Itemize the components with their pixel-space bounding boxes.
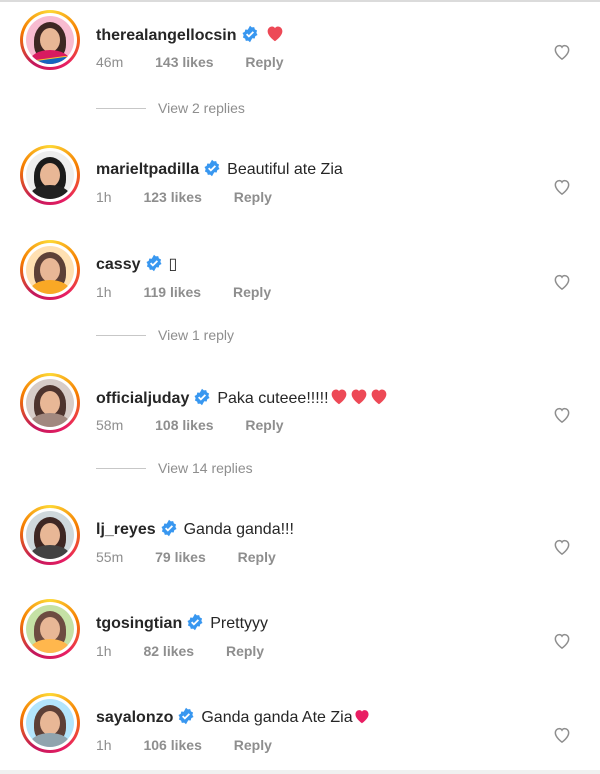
avatar[interactable]	[20, 145, 80, 205]
comment-item: officialjuday Paka cuteee!!!!! 58m 108 li…	[0, 373, 600, 453]
heart-outline-icon[interactable]	[552, 177, 572, 197]
reply-button[interactable]: Reply	[245, 54, 283, 70]
reply-button[interactable]: Reply	[238, 549, 276, 565]
view-replies-label: View 2 replies	[158, 100, 245, 116]
bottom-divider	[0, 770, 600, 774]
view-replies-label: View 1 reply	[158, 327, 235, 343]
view-replies-line	[96, 108, 146, 109]
comment-time: 58m	[96, 417, 124, 433]
comment-meta: 1h 82 likes Reply	[96, 643, 292, 659]
view-replies-button[interactable]: View 2 replies	[96, 99, 396, 119]
comment-text: ▯	[168, 256, 178, 273]
avatar[interactable]	[20, 240, 80, 300]
reply-button[interactable]: Reply	[233, 284, 271, 300]
verified-badge-icon	[161, 519, 177, 537]
comment-meta: 1h 119 likes Reply	[96, 284, 299, 300]
reply-button[interactable]: Reply	[234, 189, 272, 205]
comment-item: lj_reyes Ganda ganda!!! 55m 79 likes Repl…	[0, 505, 600, 585]
verified-badge-icon	[242, 25, 257, 43]
view-replies-button[interactable]: View 1 reply	[96, 326, 396, 346]
comment-username[interactable]: cassy	[96, 256, 141, 273]
reply-button[interactable]: Reply	[234, 737, 272, 753]
comment-likes[interactable]: 108 likes	[155, 417, 213, 433]
comment-item: therealangellocsin 46m 143 likes Reply	[0, 10, 600, 90]
comment-username[interactable]: lj_reyes	[96, 521, 156, 538]
verified-badge-icon	[187, 613, 203, 631]
comment-likes[interactable]: 106 likes	[143, 737, 201, 753]
view-replies-line	[96, 335, 146, 336]
verified-badge-icon	[194, 388, 210, 406]
heart-outline-icon[interactable]	[552, 42, 572, 62]
red-heart-icon	[267, 26, 282, 42]
avatar[interactable]	[20, 373, 80, 433]
avatar[interactable]	[20, 505, 80, 565]
heart-outline-icon[interactable]	[552, 725, 572, 745]
comment-username[interactable]: marieltpadilla	[96, 161, 199, 178]
comment-time: 55m	[96, 549, 124, 565]
comment-meta: 58m 108 likes Reply	[96, 417, 312, 433]
comment-likes[interactable]: 79 likes	[155, 549, 206, 565]
comment-username[interactable]: therealangellocsin	[96, 27, 237, 44]
comment-time: 1h	[96, 643, 112, 659]
comment-likes[interactable]: 82 likes	[143, 643, 194, 659]
comment-username[interactable]: tgosingtian	[96, 615, 182, 632]
comment-item: marieltpadilla Beautiful ate Zia 1h 123 l…	[0, 145, 600, 225]
comment-meta: 1h 123 likes Reply	[96, 189, 300, 205]
red-heart-icon	[371, 389, 386, 405]
comment-item: tgosingtian Prettyyy 1h 82 likes Reply	[0, 599, 600, 679]
reply-button[interactable]: Reply	[226, 643, 264, 659]
top-divider	[0, 0, 600, 2]
heart-outline-icon[interactable]	[552, 272, 572, 292]
comment-likes[interactable]: 119 likes	[143, 284, 201, 300]
comment-username[interactable]: sayalonzo	[96, 709, 173, 726]
comment-likes[interactable]: 123 likes	[143, 189, 201, 205]
heart-outline-icon[interactable]	[552, 631, 572, 651]
comment-meta: 1h 106 likes Reply	[96, 737, 300, 753]
comment-time: 46m	[96, 54, 124, 70]
view-replies-label: View 14 replies	[158, 460, 253, 476]
comment-time: 1h	[96, 189, 112, 205]
pink-heart-icon	[355, 710, 369, 724]
verified-badge-icon	[178, 707, 194, 725]
red-heart-icon	[331, 389, 346, 405]
view-replies-button[interactable]: View 14 replies	[96, 459, 396, 479]
reply-button[interactable]: Reply	[245, 417, 283, 433]
comment-meta: 46m 143 likes Reply	[96, 54, 312, 70]
comment-text: Prettyyy	[210, 615, 269, 632]
red-heart-icon	[351, 389, 366, 405]
comment-time: 1h	[96, 737, 112, 753]
avatar[interactable]	[20, 10, 80, 70]
avatar[interactable]	[20, 693, 80, 753]
comment-text: Paka cuteee!!!!!	[217, 390, 329, 407]
comment-time: 1h	[96, 284, 112, 300]
avatar[interactable]	[20, 599, 80, 659]
comment-item: cassy ▯ 1h 119 likes Reply	[0, 240, 600, 320]
comment-item: sayalonzo Ganda ganda Ate Zia 1h 106 like…	[0, 693, 600, 773]
view-replies-line	[96, 468, 146, 469]
verified-badge-icon	[204, 159, 220, 177]
comment-text: Beautiful ate Zia	[227, 161, 343, 178]
comment-text: Ganda ganda!!!	[183, 521, 294, 538]
comment-likes[interactable]: 143 likes	[155, 54, 213, 70]
heart-outline-icon[interactable]	[552, 537, 572, 557]
verified-badge-icon	[146, 254, 161, 272]
comment-username[interactable]: officialjuday	[96, 390, 189, 407]
heart-outline-icon[interactable]	[552, 405, 572, 425]
comment-text: Ganda ganda Ate Zia	[201, 709, 353, 726]
comment-meta: 55m 79 likes Reply	[96, 549, 304, 565]
